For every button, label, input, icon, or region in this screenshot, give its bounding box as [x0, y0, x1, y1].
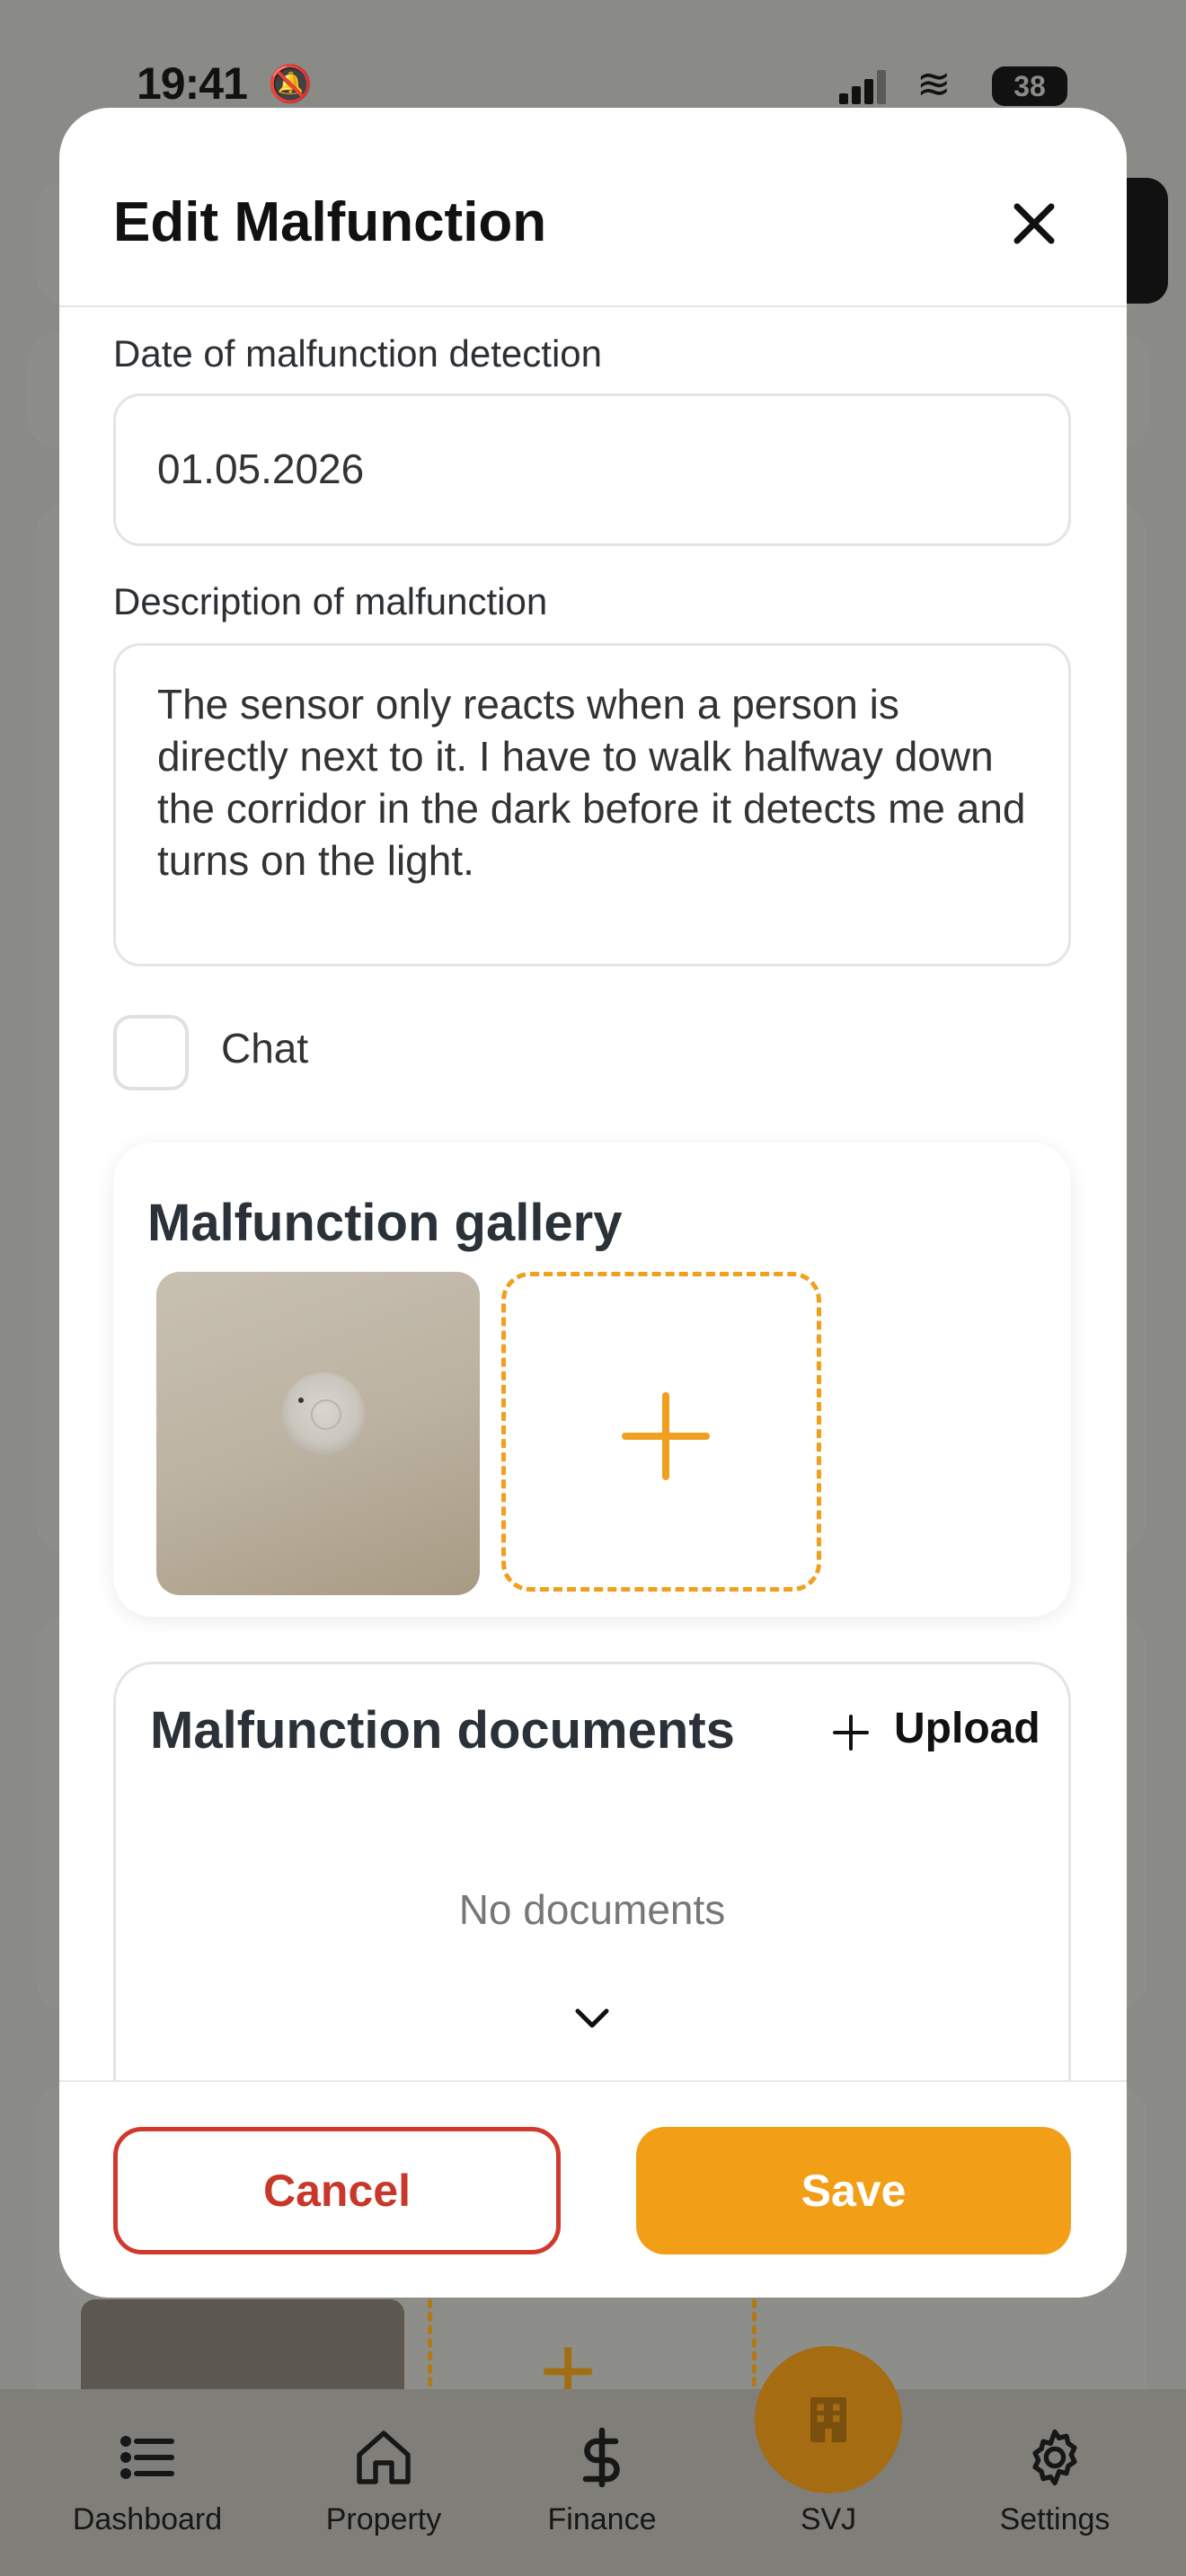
gallery-photo[interactable]: [156, 1272, 480, 1595]
no-documents-text: No documents: [458, 1886, 726, 1933]
upload-label: Upload: [894, 1705, 1040, 1752]
tab-dashboard[interactable]: Dashboard: [58, 2425, 237, 2537]
add-photo-button[interactable]: [501, 1272, 821, 1592]
plus-icon: [622, 1392, 710, 1480]
tab-finance[interactable]: Finance: [512, 2425, 692, 2537]
tab-property[interactable]: Property: [294, 2425, 474, 2537]
date-value: 01.05.2026: [157, 446, 365, 492]
gallery-title: Malfunction gallery: [147, 1194, 623, 1252]
chevron-down-icon[interactable]: [571, 1997, 614, 2040]
wifi-icon: ≋: [916, 60, 951, 107]
tab-label: Property: [325, 2502, 442, 2536]
tab-label: SVJ: [800, 2502, 857, 2536]
chat-checkbox[interactable]: [113, 1015, 189, 1090]
tab-label: Finance: [547, 2502, 657, 2536]
save-button[interactable]: Save: [636, 2127, 1071, 2254]
modal-header: Edit Malfunction: [59, 108, 1127, 307]
list-icon: [120, 2436, 174, 2479]
battery-level: 38: [1013, 70, 1046, 102]
sensor-image: [282, 1372, 365, 1455]
close-button[interactable]: [994, 183, 1075, 264]
bell-slash-icon: 🔕: [268, 65, 313, 104]
description-label: Description of malfunction: [113, 580, 548, 622]
cellular-signal-icon: [839, 68, 888, 104]
description-value: The sensor only reacts when a person is …: [157, 681, 1026, 884]
tab-label: Settings: [999, 2502, 1111, 2536]
house-icon: [357, 2430, 411, 2484]
description-field[interactable]: The sensor only reacts when a person is …: [113, 643, 1071, 966]
edit-malfunction-modal: Edit Malfunction Date of malfunction det…: [59, 108, 1127, 2298]
close-icon: [1013, 203, 1055, 244]
dollar-icon: [582, 2427, 620, 2488]
gear-icon: [1032, 2429, 1077, 2486]
malfunction-gallery-card: Malfunction gallery: [113, 1142, 1071, 1617]
building-icon: [810, 2397, 846, 2442]
tab-bar: Dashboard Property Finance SVJ Settings: [0, 2389, 1186, 2576]
tab-label: Dashboard: [72, 2502, 223, 2536]
modal-title: Edit Malfunction: [113, 191, 547, 253]
date-field[interactable]: 01.05.2026: [113, 393, 1071, 546]
modal-footer: Cancel Save: [59, 2080, 1127, 2298]
battery-icon: 38: [992, 66, 1067, 106]
status-time: 19:41: [137, 58, 248, 109]
date-label: Date of malfunction detection: [113, 332, 602, 375]
documents-title: Malfunction documents: [150, 1701, 735, 1760]
chat-label: Chat: [221, 1025, 309, 1072]
svj-fab-button[interactable]: [755, 2346, 902, 2493]
cancel-button[interactable]: Cancel: [113, 2127, 561, 2254]
plus-icon: [833, 1715, 869, 1751]
tab-settings[interactable]: Settings: [965, 2425, 1145, 2537]
